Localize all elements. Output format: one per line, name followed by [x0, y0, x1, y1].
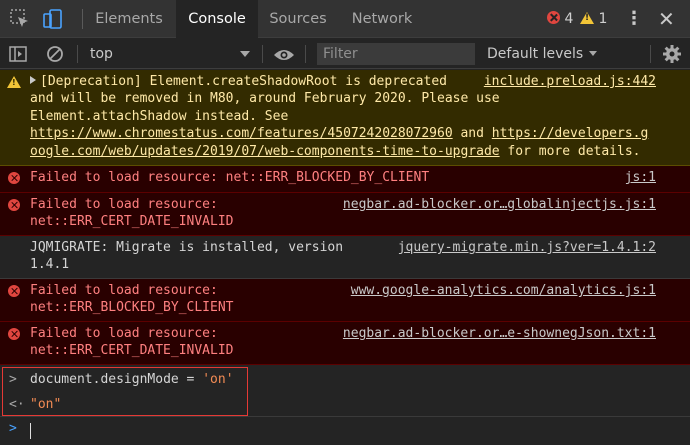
- warning-icon: [580, 12, 594, 24]
- tab-network[interactable]: Network: [344, 0, 420, 38]
- message-source-link[interactable]: www.google-analytics.com/analytics.js:1: [351, 282, 656, 299]
- toolbar-separator: [77, 45, 78, 63]
- text-caret: [30, 423, 31, 439]
- error-count-badge[interactable]: 4: [547, 0, 573, 38]
- error-icon: [8, 172, 20, 184]
- message-source-link[interactable]: js:1: [625, 169, 656, 186]
- warning-icon: [7, 76, 21, 88]
- console-message-log[interactable]: jquery-migrate.min.js?ver=1.4.1:2 JQMIGR…: [0, 236, 690, 279]
- console-settings-gear-icon[interactable]: [662, 44, 682, 68]
- filter-input[interactable]: [317, 43, 475, 65]
- message-source-link[interactable]: jquery-migrate.min.js?ver=1.4.1:2: [398, 239, 656, 256]
- clear-console-icon[interactable]: [46, 45, 64, 67]
- console-message-error[interactable]: negbar.ad-blocker.or…e-shownegJson.txt:1…: [0, 322, 690, 365]
- message-text: [Deprecation] Element.createShadowRoot i…: [30, 74, 500, 124]
- console-message-error[interactable]: www.google-analytics.com/analytics.js:1 …: [0, 279, 690, 322]
- message-text: JQMIGRATE: Migrate is installed, version…: [30, 240, 344, 273]
- log-levels-label: Default levels: [487, 46, 584, 62]
- console-message-warning[interactable]: include.preload.js:442 [Deprecation] Ele…: [0, 70, 690, 166]
- context-dropdown-arrow-icon[interactable]: [240, 51, 250, 57]
- console-input[interactable]: >: [0, 418, 690, 445]
- tab-elements[interactable]: Elements: [88, 0, 170, 38]
- tab-sources[interactable]: Sources: [262, 0, 334, 38]
- message-source-link[interactable]: include.preload.js:442: [484, 73, 656, 90]
- console-message-error[interactable]: js:1 Failed to load resource: net::ERR_B…: [0, 166, 690, 193]
- warning-count: 1: [598, 11, 608, 27]
- device-toolbar-icon[interactable]: [42, 8, 64, 30]
- warning-count-badge[interactable]: 1: [580, 0, 607, 38]
- toolbar-separator: [650, 45, 651, 63]
- devtools-tab-bar: Elements Console Sources Network 4 1 ⋮ ✕: [0, 0, 690, 39]
- error-count: 4: [564, 11, 574, 27]
- message-source-link[interactable]: negbar.ad-blocker.or…e-shownegJson.txt:1: [343, 325, 656, 342]
- message-source-link[interactable]: negbar.ad-blocker.or…globalinjectjs.js:1: [343, 196, 656, 213]
- close-devtools-icon[interactable]: ✕: [658, 0, 675, 38]
- console-messages: include.preload.js:442 [Deprecation] Ele…: [0, 70, 690, 365]
- show-sidebar-icon[interactable]: [9, 46, 27, 66]
- log-levels-dropdown[interactable]: Default levels: [487, 39, 598, 69]
- input-prompt-icon: >: [9, 421, 17, 436]
- chevron-down-icon: [589, 51, 598, 56]
- message-text: Failed to load resource: net::ERR_CERT_D…: [30, 197, 234, 230]
- message-text: Failed to load resource: net::ERR_BLOCKE…: [30, 283, 234, 316]
- expand-triangle-icon[interactable]: [30, 76, 36, 84]
- tab-console[interactable]: Console: [176, 0, 258, 39]
- toolbar-separator: [305, 45, 306, 63]
- live-expression-eye-icon[interactable]: [273, 47, 295, 66]
- console-message-error[interactable]: negbar.ad-blocker.or…globalinjectjs.js:1…: [0, 193, 690, 236]
- context-selector[interactable]: top: [90, 39, 113, 69]
- toolbar-separator: [262, 45, 263, 63]
- error-icon: [8, 328, 20, 340]
- tab-separator: [82, 9, 83, 29]
- message-text: and: [452, 126, 492, 142]
- error-icon: [8, 199, 20, 211]
- more-options-icon[interactable]: ⋮: [625, 0, 643, 38]
- console-toolbar: top Default levels: [0, 39, 690, 69]
- inspect-element-icon[interactable]: [9, 8, 31, 30]
- message-text: for more details.: [499, 143, 641, 159]
- message-text: Failed to load resource: net::ERR_BLOCKE…: [30, 170, 430, 185]
- message-link[interactable]: https://www.chromestatus.com/features/45…: [30, 126, 453, 141]
- error-icon: [547, 11, 560, 24]
- highlight-box: [2, 367, 248, 416]
- error-icon: [8, 285, 20, 297]
- message-text: Failed to load resource: net::ERR_CERT_D…: [30, 326, 234, 359]
